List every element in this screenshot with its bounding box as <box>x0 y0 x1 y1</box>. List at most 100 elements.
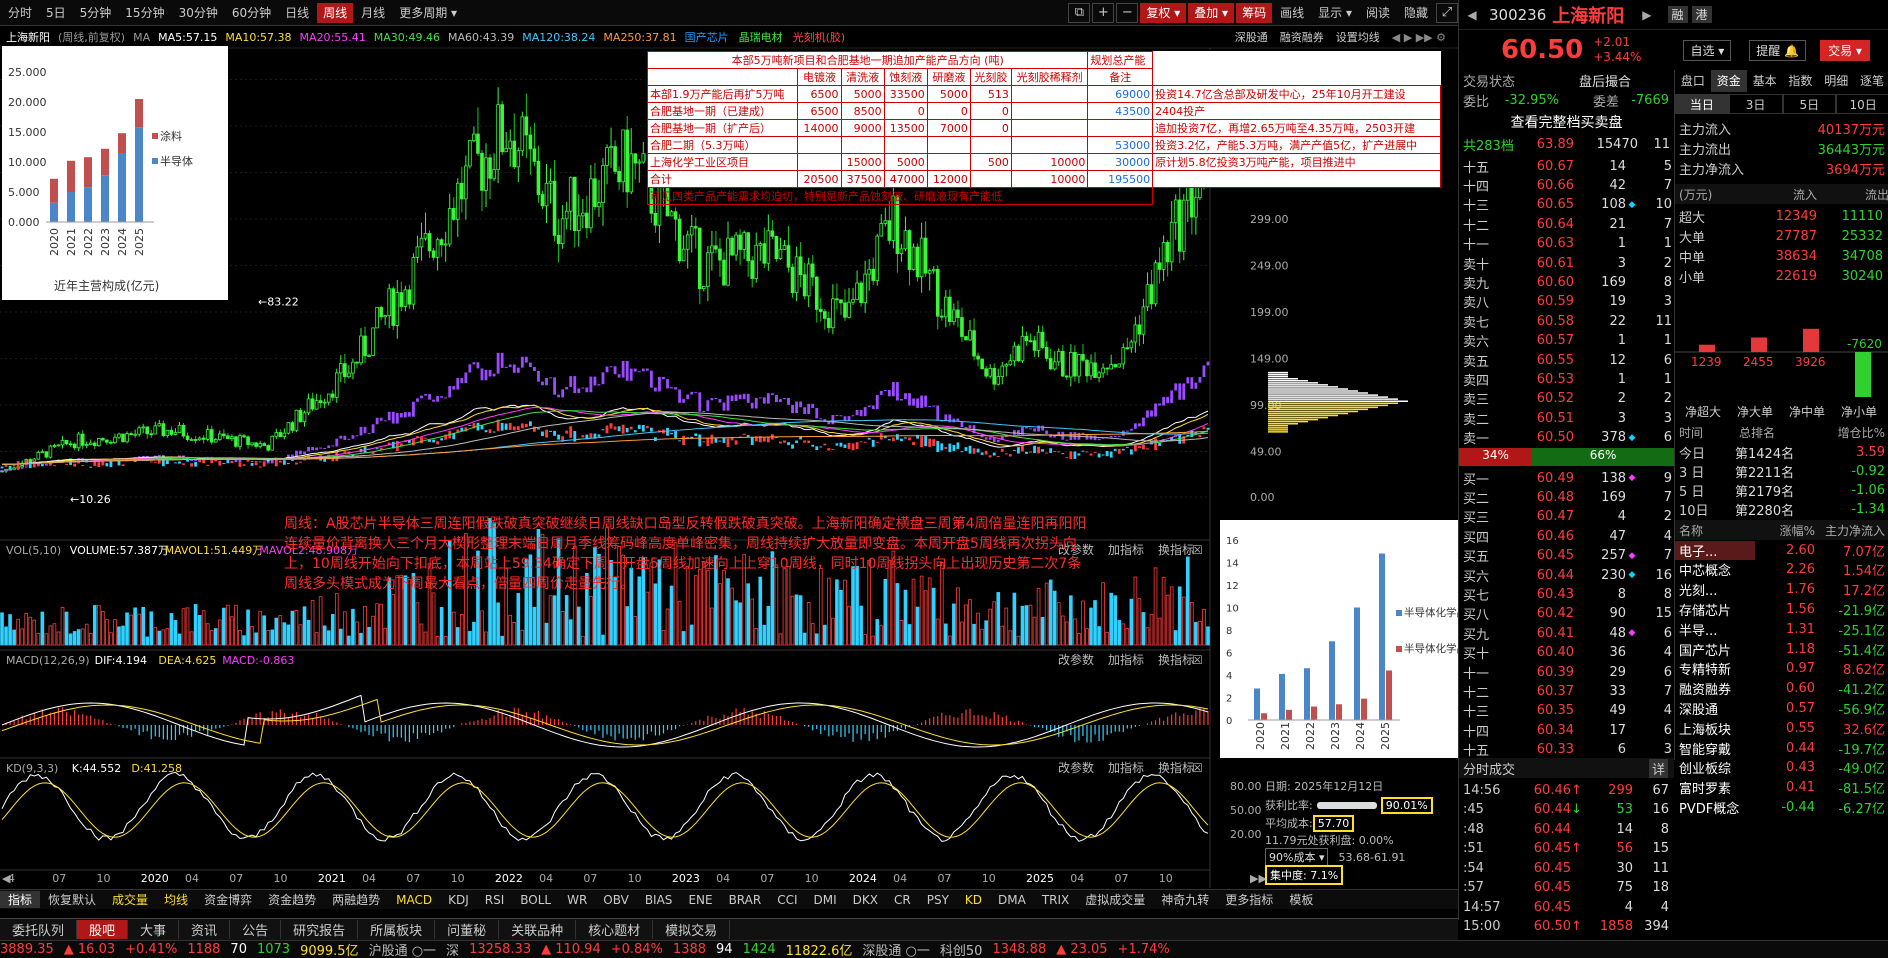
indicator-tab-12[interactable]: OBV <box>595 893 637 907</box>
bottom-tab-4[interactable]: 公告 <box>230 920 282 939</box>
sector-row[interactable]: 深股通 0.57 -56.9亿 <box>1675 698 1888 718</box>
close-panel-icon[interactable]: ☒ <box>1192 761 1203 775</box>
flow-period-0[interactable]: 当日 <box>1675 94 1729 114</box>
indicator-tab-26[interactable]: 更多指标 <box>1217 891 1281 908</box>
period-tab-1[interactable]: 5日 <box>40 3 72 23</box>
toolbar-action-1[interactable]: 叠加 ▾ <box>1188 2 1235 23</box>
ma-right-link-0[interactable]: 深股通 <box>1235 31 1268 44</box>
panel-btn-2[interactable]: 换指标 <box>1158 542 1194 557</box>
sector-row[interactable]: 光刻... 1.76 17.2亿 <box>1675 580 1888 600</box>
period-tab-7[interactable]: 周线 <box>317 2 354 23</box>
toolbar-action-0[interactable]: 复权 ▾ <box>1140 2 1187 23</box>
capital-tab-5[interactable]: 逐笔 <box>1854 70 1888 92</box>
bottom-tab-8[interactable]: 关联品种 <box>499 920 577 939</box>
panel-btn-1[interactable]: 加指标 <box>1108 542 1144 557</box>
indicator-tab-20[interactable]: PSY <box>919 893 957 907</box>
bottom-tab-9[interactable]: 核心题材 <box>576 920 654 939</box>
concept-link-0[interactable]: 国产芯片 <box>685 31 729 44</box>
sector-row[interactable]: 富时罗素 0.41 -81.5亿 <box>1675 778 1888 798</box>
indicator-tab-10[interactable]: BOLL <box>512 893 559 907</box>
status-item-7[interactable]: 沪股通 ○一 <box>369 940 436 958</box>
sector-row[interactable]: 存储芯片 1.56 -21.9亿 <box>1675 599 1888 619</box>
flow-period-3[interactable]: 10日 <box>1836 94 1888 114</box>
sector-row[interactable]: PVDF概念 -0.44 -6.27亿 <box>1675 797 1888 817</box>
period-tab-8[interactable]: 月线 <box>355 3 391 23</box>
indicator-tab-4[interactable]: 资金博弈 <box>196 891 260 908</box>
watchlist-button[interactable]: 自选 ▾ <box>1683 39 1732 61</box>
indicator-tab-5[interactable]: 资金趋势 <box>260 891 324 908</box>
panel-btn-0[interactable]: 改参数 <box>1058 760 1094 775</box>
capital-tab-0[interactable]: 盘口 <box>1675 70 1711 92</box>
next-stock-icon[interactable]: ▶ <box>1642 8 1651 22</box>
indicator-tab-24[interactable]: 虚拟成交量 <box>1077 891 1153 908</box>
sector-row[interactable]: 上海板块 0.55 32.6亿 <box>1675 718 1888 738</box>
panel-btn-0[interactable]: 改参数 <box>1058 652 1094 667</box>
sector-row[interactable]: 国产芯片 1.18 -51.4亿 <box>1675 639 1888 659</box>
bottom-tab-2[interactable]: 大事 <box>128 920 180 939</box>
toolbar-action-5[interactable]: 阅读 <box>1360 3 1396 23</box>
prev-stock-icon[interactable]: ◀ <box>1459 8 1485 22</box>
indicator-tab-7[interactable]: MACD <box>388 893 440 907</box>
hk-badge[interactable]: 港 <box>1691 6 1712 23</box>
indicator-tab-11[interactable]: WR <box>559 893 595 907</box>
indicator-tab-3[interactable]: 均线 <box>156 891 196 908</box>
panel-btn-2[interactable]: 换指标 <box>1158 652 1194 667</box>
toolbar-action-6[interactable]: 隐藏 <box>1398 3 1434 23</box>
view-full-book-button[interactable]: 查看完整档买卖盘 <box>1459 112 1674 132</box>
status-item-16[interactable]: 深股通 ○一 <box>862 940 929 958</box>
period-tab-4[interactable]: 30分钟 <box>173 3 224 23</box>
close-panel-icon[interactable]: ☒ <box>1192 653 1203 667</box>
period-tab-0[interactable]: 分时 <box>2 3 38 23</box>
sector-row[interactable]: 专精特新 0.97 8.62亿 <box>1675 659 1888 679</box>
period-tab-3[interactable]: 15分钟 <box>119 3 170 23</box>
indicator-tab-18[interactable]: DKX <box>845 893 886 907</box>
status-item-8[interactable]: 深 <box>446 940 459 958</box>
scroll-left-icon[interactable]: ◀ <box>2 872 11 885</box>
indicator-tab-9[interactable]: RSI <box>477 893 513 907</box>
bottom-tab-0[interactable]: 委托队列 <box>0 920 78 939</box>
bottom-tab-1[interactable]: 股吧 <box>77 920 129 939</box>
sector-row[interactable]: 创业板综 0.43 -49.0亿 <box>1675 758 1888 778</box>
cost-range-select[interactable]: 90%成本 ▾ <box>1265 848 1329 866</box>
period-tab-6[interactable]: 日线 <box>279 3 315 23</box>
play-icons[interactable]: ◀ ▶ ▶▶ ⚙ <box>1392 31 1446 44</box>
indicator-tab-14[interactable]: ENE <box>680 893 720 907</box>
sector-row[interactable]: 中芯概念 2.26 1.54亿 <box>1675 560 1888 580</box>
flow-period-1[interactable]: 3日 <box>1728 94 1783 114</box>
bottom-tab-3[interactable]: 资讯 <box>179 920 231 939</box>
bottom-tab-10[interactable]: 模拟交易 <box>653 920 731 939</box>
indicator-tab-25[interactable]: 神奇九转 <box>1153 891 1217 908</box>
panel-btn-1[interactable]: 加指标 <box>1108 760 1144 775</box>
fullscreen-icon[interactable]: ⤢ <box>1436 2 1458 23</box>
indicator-tab-22[interactable]: DMA <box>990 893 1034 907</box>
indicator-tab-2[interactable]: 成交量 <box>104 891 156 908</box>
capital-tab-4[interactable]: 明细 <box>1818 70 1854 92</box>
capital-tab-3[interactable]: 指数 <box>1782 70 1818 92</box>
lock-icon[interactable]: ⧉ <box>1068 2 1091 23</box>
indicator-tab-19[interactable]: CR <box>886 893 919 907</box>
indicator-tab-16[interactable]: CCI <box>769 893 805 907</box>
capital-tab-2[interactable]: 基本 <box>1747 70 1783 92</box>
toolbar-action-3[interactable]: 画线 <box>1274 3 1310 23</box>
indicator-tab-8[interactable]: KDJ <box>440 893 477 907</box>
bottom-tab-7[interactable]: 问董秘 <box>435 920 500 939</box>
sector-row[interactable]: 电子... 2.60 7.07亿 <box>1675 540 1888 560</box>
toolbar-action-4[interactable]: 显示 ▾ <box>1312 3 1358 23</box>
capital-tab-1[interactable]: 资金 <box>1710 70 1747 92</box>
flow-period-2[interactable]: 5日 <box>1782 94 1837 114</box>
indicator-tab-1[interactable]: 恢复默认 <box>40 891 104 908</box>
sector-row[interactable]: 智能穿戴 0.44 -19.7亿 <box>1675 738 1888 758</box>
panel-btn-2[interactable]: 换指标 <box>1158 760 1194 775</box>
indicator-tab-17[interactable]: DMI <box>806 893 845 907</box>
indicator-tab-15[interactable]: BRAR <box>721 893 770 907</box>
indicator-tab-0[interactable]: 指标 <box>0 891 41 908</box>
alert-button[interactable]: 提醒 🔔 <box>1749 39 1807 61</box>
indicator-tab-13[interactable]: BIAS <box>637 893 681 907</box>
indicator-tab-23[interactable]: TRIX <box>1034 893 1077 907</box>
period-tab-5[interactable]: 60分钟 <box>226 3 277 23</box>
trade-button[interactable]: 交易 ▾ <box>1820 39 1870 61</box>
ticks-detail-button[interactable]: 详 <box>1649 758 1669 778</box>
ma-right-link-1[interactable]: 融资融券 <box>1280 31 1324 44</box>
panel-btn-1[interactable]: 加指标 <box>1108 652 1144 667</box>
bottom-tab-6[interactable]: 所属板块 <box>358 920 436 939</box>
